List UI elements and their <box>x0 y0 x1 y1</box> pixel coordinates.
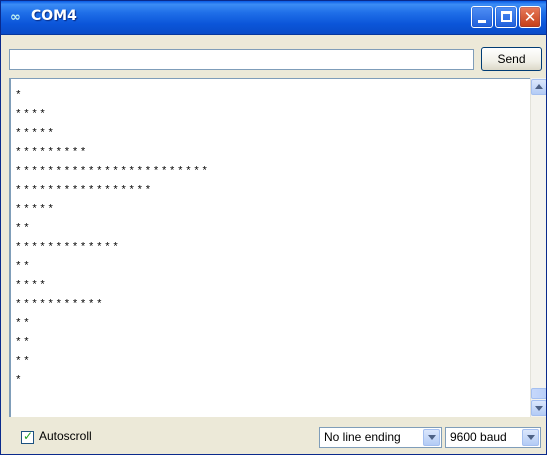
output-line: * <box>15 90 24 102</box>
output-line: *********** <box>15 299 105 311</box>
line-ending-value: No line ending <box>324 430 401 444</box>
output-line: ***************** <box>15 185 153 197</box>
output-line: ** <box>15 223 32 235</box>
output-line: **** <box>15 280 48 292</box>
scroll-thumb[interactable] <box>531 388 546 399</box>
output-line: ** <box>15 261 32 273</box>
status-bar: ✓ Autoscroll No line ending 9600 baud <box>1 419 546 454</box>
close-icon: ✕ <box>523 8 537 26</box>
baud-rate-select[interactable]: 9600 baud <box>445 427 541 448</box>
output-line: * <box>15 375 24 387</box>
dropdown-arrow-icon[interactable] <box>423 429 440 446</box>
baud-rate-value: 9600 baud <box>450 430 507 444</box>
output-line: ** <box>15 356 32 368</box>
serial-monitor-window: ∞ COM4 ✕ Send * **** ***** ********* *******… <box>0 0 547 455</box>
scroll-down-button[interactable] <box>531 400 546 416</box>
minimize-button[interactable] <box>471 6 493 28</box>
send-button[interactable]: Send <box>481 47 542 71</box>
window-title: COM4 <box>31 8 77 24</box>
output-line: ****** <box>15 79 64 85</box>
output-line: ************************ <box>15 166 210 178</box>
serial-output-area[interactable]: * **** ***** ********* *********************… <box>9 78 530 417</box>
vertical-scrollbar[interactable] <box>530 78 546 417</box>
maximize-icon <box>501 11 512 22</box>
minimize-icon <box>478 20 486 23</box>
dropdown-arrow-icon[interactable] <box>522 429 539 446</box>
output-line: ***** <box>15 204 56 216</box>
arduino-infinity-icon: ∞ <box>10 10 21 25</box>
arrow-up-icon <box>535 84 543 89</box>
autoscroll-checkbox[interactable]: ✓ <box>21 429 34 444</box>
title-bar[interactable]: ∞ COM4 ✕ <box>1 1 546 35</box>
output-line: **** <box>15 109 48 121</box>
autoscroll-label: Autoscroll <box>39 429 92 443</box>
output-line: ** <box>15 318 32 330</box>
serial-input-field[interactable] <box>9 49 474 70</box>
maximize-button[interactable] <box>495 6 517 28</box>
output-line: ***** <box>15 128 56 140</box>
checkmark-icon: ✓ <box>23 429 34 443</box>
close-button[interactable]: ✕ <box>519 6 541 28</box>
output-line: ************* <box>15 242 121 254</box>
line-ending-select[interactable]: No line ending <box>319 427 442 448</box>
scroll-up-button[interactable] <box>531 79 546 95</box>
output-line: ********* <box>15 147 88 159</box>
output-line: ** <box>15 337 32 349</box>
arrow-down-icon <box>535 406 543 411</box>
